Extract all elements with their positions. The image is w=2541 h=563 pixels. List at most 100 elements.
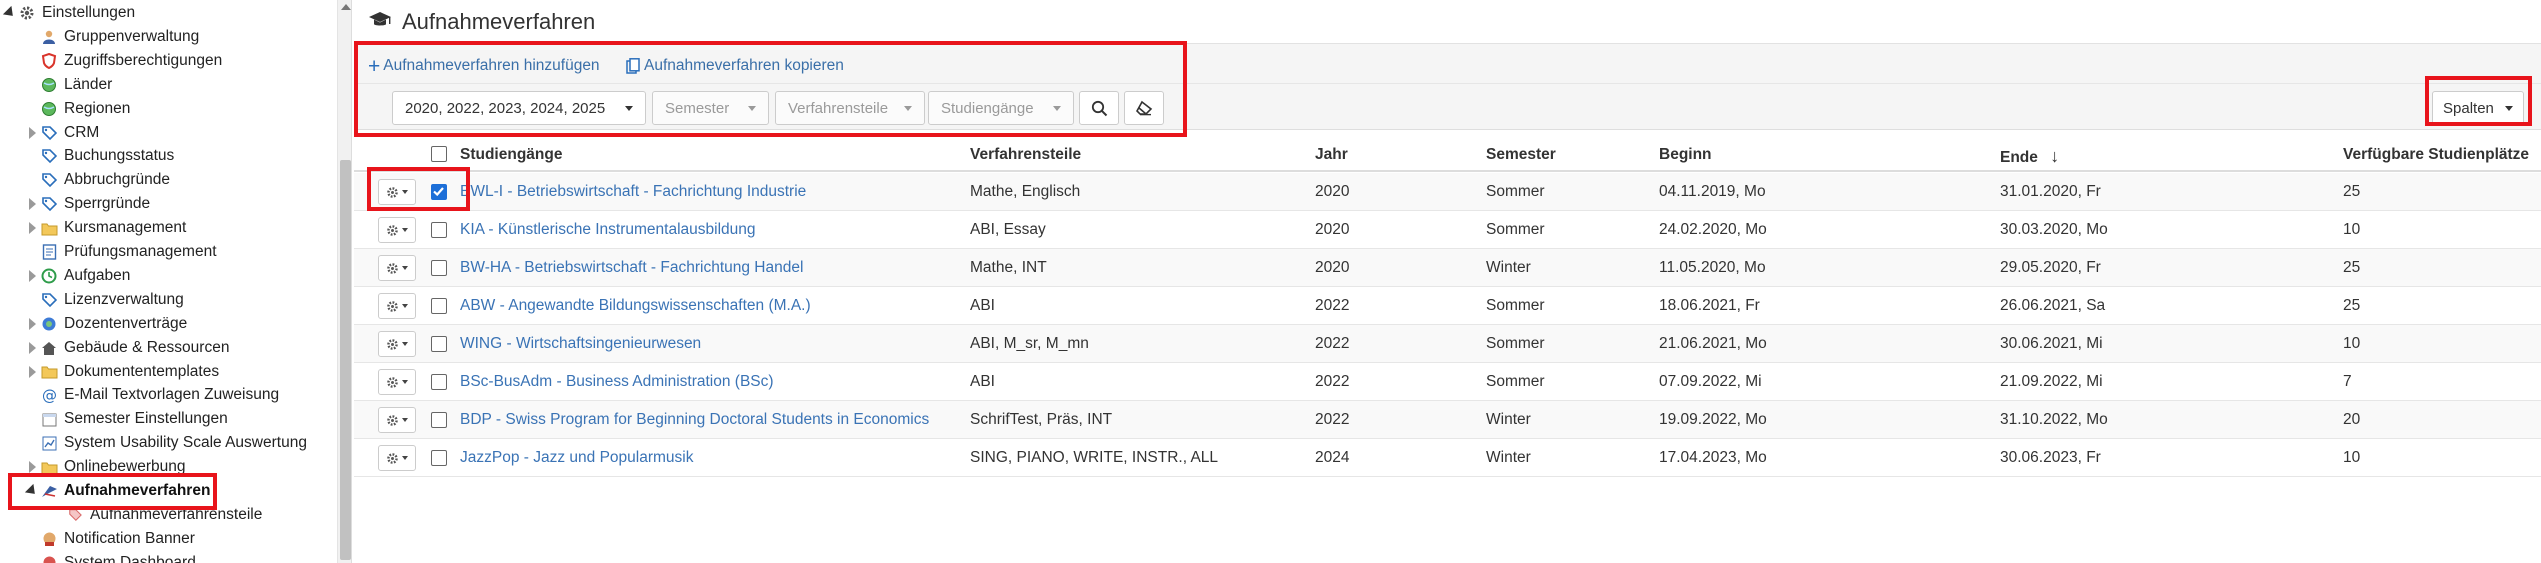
col-verfuegbare-studienplaetze[interactable]: Verfügbare Studienplätze — [2343, 146, 2529, 164]
copy-aufnahmeverfahren-button[interactable]: Aufnahmeverfahren kopieren — [626, 54, 844, 78]
col-ende[interactable]: Ende ↓ — [2000, 146, 2059, 167]
sidebar-item[interactable]: Dokumententemplates — [40, 361, 219, 383]
tag-icon — [40, 195, 58, 213]
row-actions-button[interactable] — [378, 445, 416, 471]
cell-semester: Sommer — [1486, 183, 1545, 200]
col-verfahrensteile[interactable]: Verfahrensteile — [970, 146, 1081, 164]
table-row[interactable]: KIA - Künstlerische Instrumentalausbildu… — [354, 211, 2541, 249]
col-beginn[interactable]: Beginn — [1659, 146, 1712, 164]
cell-studiengang[interactable]: BSc-BusAdm - Business Administration (BS… — [460, 373, 774, 391]
sidebar-item[interactable]: Semester Einstellungen — [40, 408, 228, 430]
tag-small-icon — [66, 506, 84, 524]
tree-expand-icon[interactable] — [26, 365, 38, 378]
semester-filter-dropdown[interactable]: Semester — [652, 91, 769, 125]
row-checkbox[interactable] — [431, 298, 447, 314]
row-checkbox[interactable] — [431, 374, 447, 390]
cell-studiengang[interactable]: BDP - Swiss Program for Beginning Doctor… — [460, 411, 929, 429]
cell-verfahrensteile: SchrifTest, Präs, INT — [970, 411, 1113, 428]
tree-collapse-icon[interactable] — [24, 483, 40, 499]
tree-expand-icon[interactable] — [26, 341, 38, 354]
clear-filter-button[interactable] — [1124, 91, 1164, 125]
row-checkbox[interactable] — [431, 260, 447, 276]
cell-studiengang[interactable]: KIA - Künstlerische Instrumentalausbildu… — [460, 221, 756, 239]
table-row[interactable]: BWL-I - Betriebswirtschaft - Fachrichtun… — [354, 173, 2541, 211]
studiengaenge-filter-dropdown[interactable]: Studiengänge — [928, 91, 1074, 125]
row-actions-button[interactable] — [378, 293, 416, 319]
row-actions-button[interactable] — [378, 179, 416, 205]
row-checkbox[interactable] — [431, 184, 447, 200]
row-checkbox[interactable] — [431, 412, 447, 428]
cell-studiengang[interactable]: ABW - Angewandte Bildungswissenschaften … — [460, 297, 811, 315]
sidebar-scroll-thumb[interactable] — [340, 160, 351, 560]
tree-expand-icon[interactable] — [26, 198, 38, 211]
tree-expand-icon[interactable] — [26, 317, 38, 330]
cell-semester: Sommer — [1486, 335, 1545, 352]
table-row[interactable]: ABW - Angewandte Bildungswissenschaften … — [354, 287, 2541, 325]
sidebar-item-label: Zugriffsberechtigungen — [64, 51, 223, 69]
verfahrensteile-filter-dropdown[interactable]: Verfahrensteile — [775, 91, 925, 125]
tree-expand-icon[interactable] — [26, 126, 38, 139]
spalten-columns-dropdown[interactable]: Spalten — [2432, 91, 2524, 125]
sidebar-item[interactable]: Sperrgründe — [40, 193, 150, 215]
cell-studiengang[interactable]: JazzPop - Jazz und Popularmusik — [460, 449, 693, 467]
cell-studiengang[interactable]: BWL-I - Betriebswirtschaft - Fachrichtun… — [460, 183, 806, 201]
row-actions-button[interactable] — [378, 369, 416, 395]
scroll-up-arrow-icon[interactable] — [341, 4, 351, 10]
row-actions-button[interactable] — [378, 407, 416, 433]
col-jahr[interactable]: Jahr — [1315, 146, 1348, 164]
cell-studiengang[interactable]: WING - Wirtschaftsingenieurwesen — [460, 335, 701, 353]
sidebar-item[interactable]: Länder — [40, 74, 112, 96]
sidebar-item[interactable]: System Usability Scale Auswertung — [40, 432, 307, 454]
table-row[interactable]: BW-HA - Betriebswirtschaft - Fachrichtun… — [354, 249, 2541, 287]
cell-semester: Winter — [1486, 449, 1531, 466]
row-actions-button[interactable] — [378, 217, 416, 243]
sidebar-item[interactable]: System Dashboard — [40, 552, 196, 563]
sidebar-item[interactable]: Prüfungsmanagement — [40, 241, 217, 263]
sidebar-item[interactable]: CRM — [40, 122, 99, 144]
sidebar-item[interactable]: Buchungsstatus — [40, 145, 174, 167]
cell-jahr: 2020 — [1315, 183, 1350, 200]
sidebar-item[interactable]: Lizenzverwaltung — [40, 289, 184, 311]
col-studiengaenge[interactable]: Studiengänge — [460, 146, 562, 164]
sidebar-item[interactable]: Zugriffsberechtigungen — [40, 50, 222, 72]
table-row[interactable]: WING - Wirtschaftsingenieurwesen ABI, M_s… — [354, 325, 2541, 363]
cell-studiengang[interactable]: BW-HA - Betriebswirtschaft - Fachrichtun… — [460, 259, 803, 277]
sidebar-item[interactable]: Aufnahmeverfahren — [40, 480, 210, 502]
add-aufnahmeverfahren-button[interactable]: + Aufnahmeverfahren hinzufügen — [368, 54, 600, 78]
sidebar-item[interactable]: Einstellungen — [18, 2, 135, 24]
sidebar-item[interactable]: Gruppenverwaltung — [40, 26, 199, 48]
row-checkbox[interactable] — [431, 222, 447, 238]
sidebar-item[interactable]: Regionen — [40, 98, 130, 120]
sidebar-item[interactable]: Onlinebewerbung — [40, 456, 186, 478]
tree-collapse-icon[interactable] — [2, 5, 18, 21]
cell-jahr: 2022 — [1315, 335, 1350, 352]
table-row[interactable]: BDP - Swiss Program for Beginning Doctor… — [354, 401, 2541, 439]
sidebar-item-label: Gruppenverwaltung — [64, 27, 200, 45]
sidebar-scrollbar[interactable] — [337, 0, 351, 563]
sidebar-item[interactable]: Aufgaben — [40, 265, 130, 287]
globe-icon — [40, 100, 58, 118]
sidebar-item[interactable]: Gebäude & Ressourcen — [40, 337, 229, 359]
tree-expand-icon[interactable] — [26, 222, 38, 235]
row-checkbox[interactable] — [431, 450, 447, 466]
sidebar-item[interactable]: Aufnahmeverfahrensteile — [66, 504, 262, 526]
cell-beginn: 11.05.2020, Mo — [1659, 259, 1766, 276]
row-actions-button[interactable] — [378, 331, 416, 357]
search-button[interactable] — [1079, 91, 1119, 125]
sidebar-item[interactable]: Dozentenverträge — [40, 313, 187, 335]
sidebar-item[interactable]: Abbruchgründe — [40, 169, 170, 191]
col-semester[interactable]: Semester — [1486, 146, 1556, 164]
sidebar-item[interactable]: Notification Banner — [40, 528, 195, 550]
at-icon: @ — [40, 386, 58, 404]
tree-expand-icon[interactable] — [26, 269, 38, 282]
tree-expand-icon[interactable] — [26, 461, 38, 474]
table-row[interactable]: JazzPop - Jazz und Popularmusik SING, PIA… — [354, 439, 2541, 477]
select-all-checkbox[interactable] — [431, 146, 447, 162]
table-row[interactable]: BSc-BusAdm - Business Administration (BS… — [354, 363, 2541, 401]
jahr-filter-dropdown[interactable]: 2020, 2022, 2023, 2024, 2025 — [392, 91, 646, 125]
sidebar-item[interactable]: Kursmanagement — [40, 217, 186, 239]
row-checkbox[interactable] — [431, 336, 447, 352]
row-actions-button[interactable] — [378, 255, 416, 281]
cell-ende: 30.06.2021, Mi — [2000, 335, 2103, 352]
sidebar-item[interactable]: @ E-Mail Textvorlagen Zuweisung — [40, 384, 279, 406]
